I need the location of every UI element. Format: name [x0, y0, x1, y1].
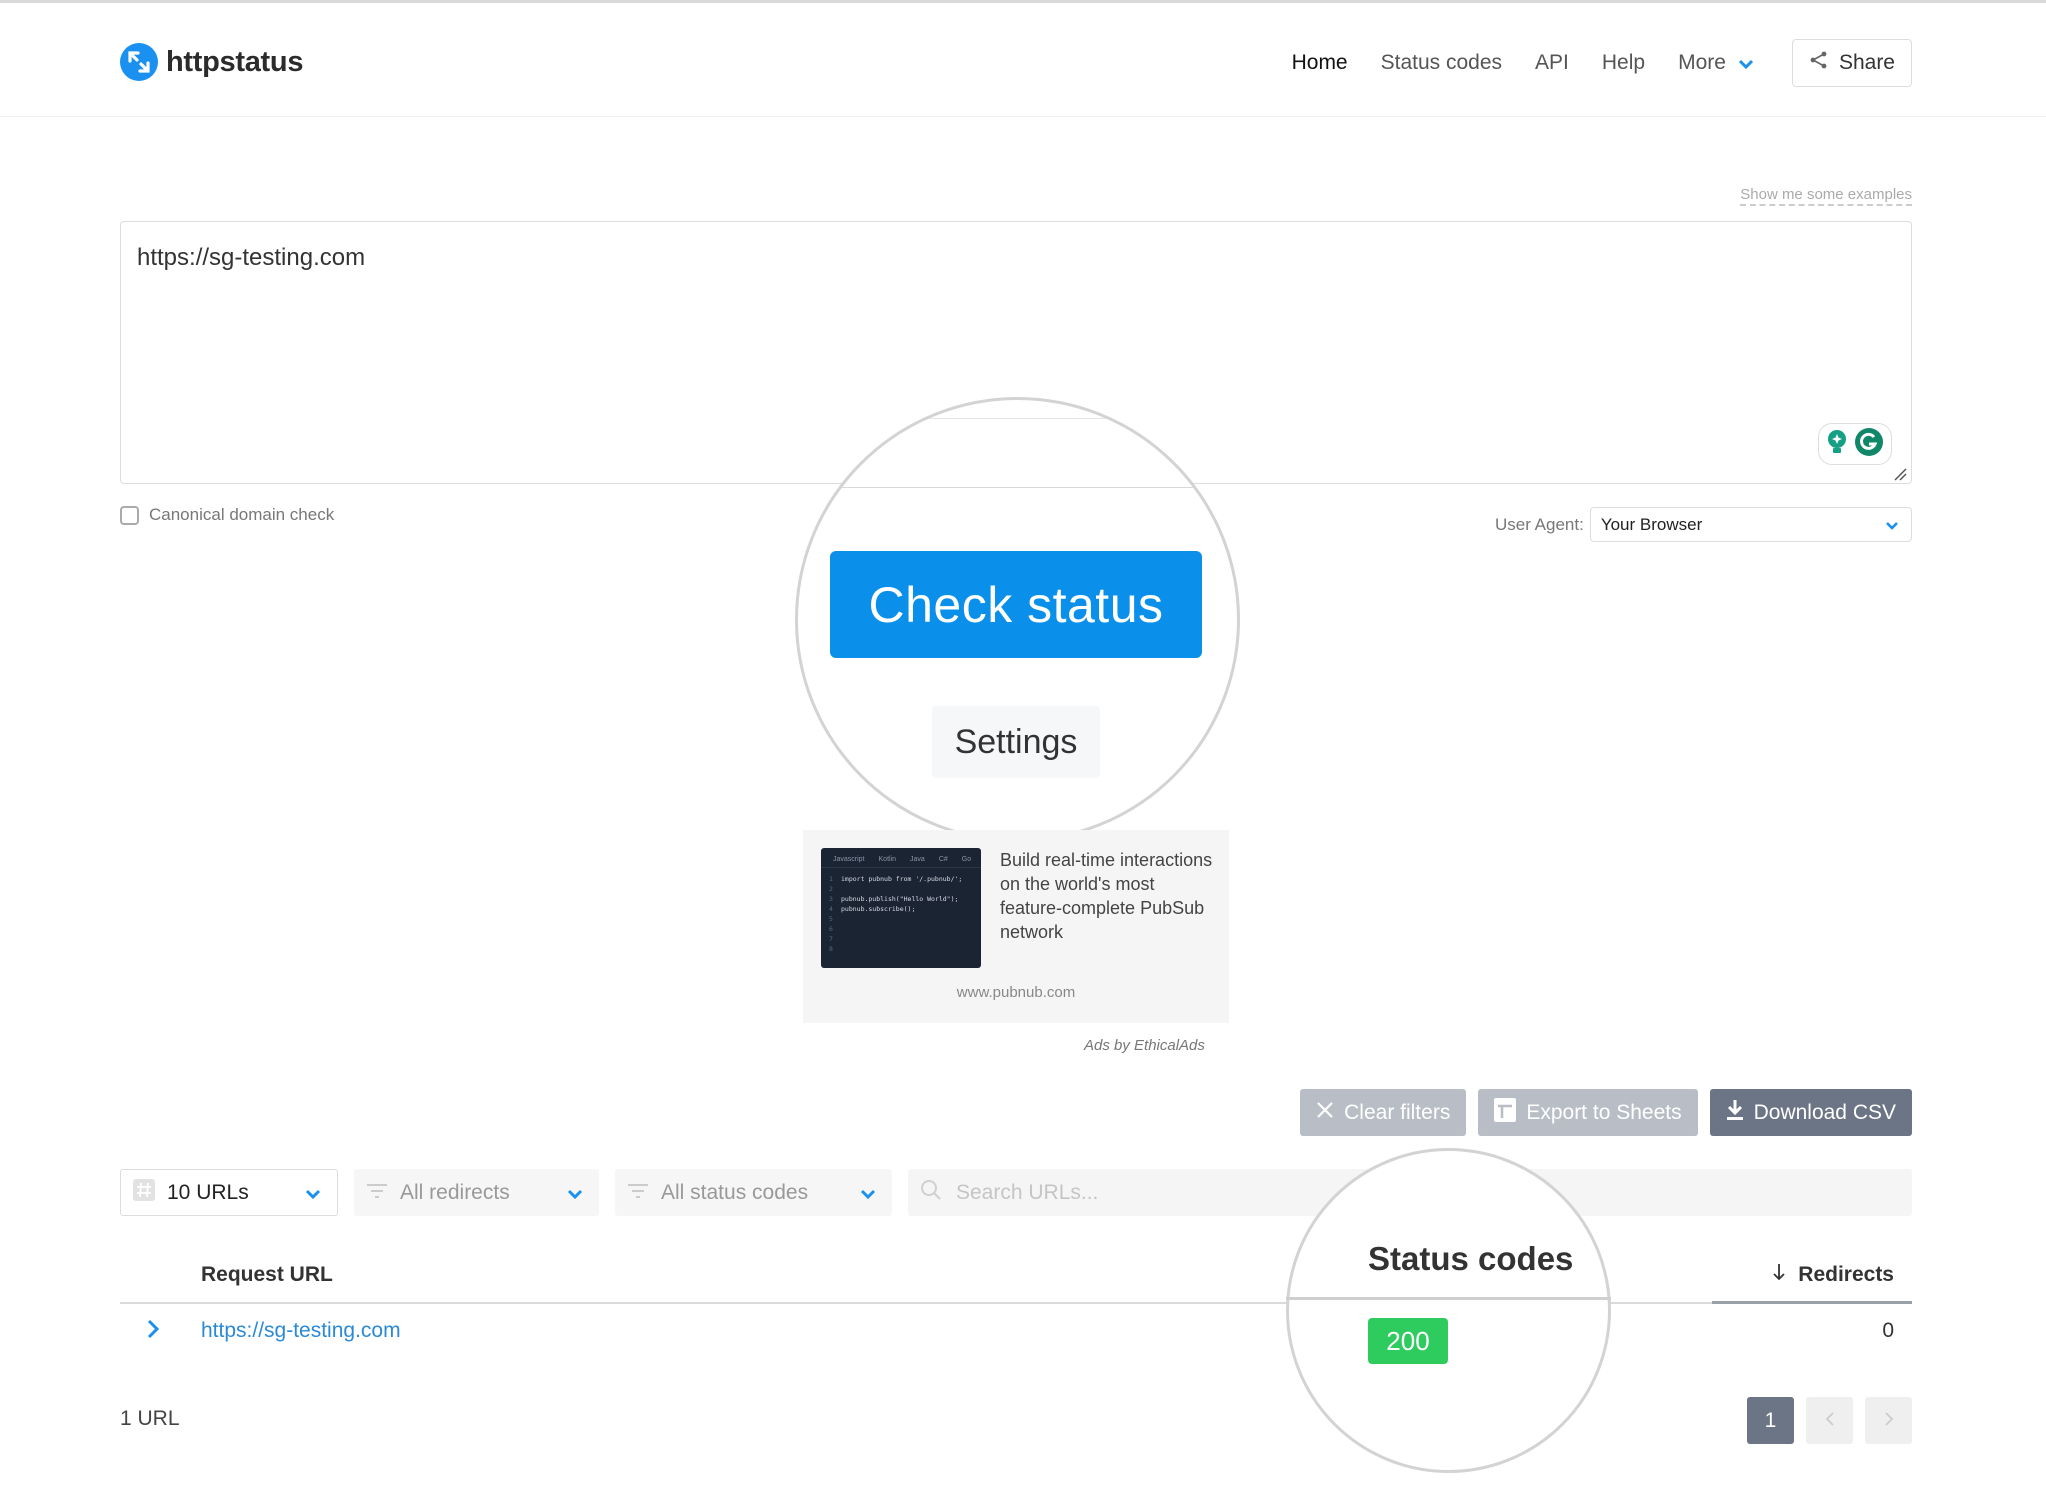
nav-api[interactable]: API [1535, 39, 1569, 87]
ad-code: 1 import pubnub from '/.pubnub/'; 2 3 pubn… [829, 875, 963, 953]
magnified-header-border [1286, 1297, 1611, 1300]
redirects-filter-value: All redirects [400, 1180, 510, 1204]
ad-code-tab: Kotlin [878, 856, 897, 863]
ad-code-tabs: Javascript Kotlin Java C# Go [821, 848, 981, 868]
row-request-url[interactable]: https://sg-testing.com [201, 1319, 401, 1343]
grammarly-widget[interactable] [1818, 423, 1892, 465]
canonical-label: Canonical domain check [149, 505, 335, 524]
filter-icon [366, 1181, 388, 1205]
resize-handle-icon[interactable] [1892, 466, 1908, 482]
ad-code-line: import pubnub from '/.pubnub/'; [841, 875, 963, 883]
close-icon [1316, 1101, 1334, 1125]
page-1-button[interactable]: 1 [1747, 1397, 1794, 1444]
status-badge: 200 [1368, 1318, 1448, 1364]
pagination: 1 [1747, 1397, 1912, 1444]
chevron-down-icon [1885, 515, 1899, 535]
export-sheets-label: Export to Sheets [1526, 1100, 1682, 1124]
logo[interactable]: httpstatus [120, 43, 303, 81]
status-codes-filter[interactable]: All status codes [615, 1169, 892, 1216]
nav-home[interactable]: Home [1292, 39, 1348, 87]
filters-row: 10 URLs All redirects All status codes S… [120, 1169, 1912, 1216]
column-status-codes[interactable]: Status codes [1368, 1240, 1573, 1278]
column-redirects-label: Redirects [1798, 1263, 1894, 1286]
search-icon [920, 1179, 942, 1207]
header: httpstatus Home Status codes API Help Mo… [0, 3, 2046, 117]
logo-text: httpstatus [166, 45, 304, 78]
user-agent-value: Your Browser [1600, 514, 1703, 534]
show-examples-link[interactable]: Show me some examples [1740, 186, 1912, 206]
results-actions: Clear filters Export to Sheets Download … [1300, 1089, 1912, 1136]
expand-row-chevron-icon[interactable] [146, 1318, 160, 1345]
urls-per-page-select[interactable]: 10 URLs [120, 1169, 338, 1216]
magnifier-status-codes [1286, 1148, 1611, 1473]
share-label: Share [1838, 51, 1895, 74]
filter-icon [627, 1181, 649, 1205]
ad-code-tab: Go [961, 856, 972, 863]
user-agent: User Agent: Your Browser [1495, 507, 1912, 542]
ad-text: Build real-time interactions on the worl… [1000, 850, 1213, 942]
ad-code-tab: Javascript [833, 856, 865, 863]
clear-filters-label: Clear filters [1344, 1100, 1451, 1124]
chevron-down-icon [567, 1181, 583, 1205]
next-page-button[interactable] [1865, 1397, 1912, 1444]
column-request-url[interactable]: Request URL [201, 1263, 333, 1287]
ad-block[interactable]: Javascript Kotlin Java C# Go 1 import pub… [803, 830, 1229, 1023]
check-status-button[interactable]: Check status [830, 551, 1202, 658]
nav-status-codes[interactable]: Status codes [1381, 39, 1502, 87]
main-nav: Home Status codes API Help More Share [1292, 39, 1912, 87]
nav-more[interactable]: More [1678, 39, 1754, 87]
ad-domain: www.pubnub.com [956, 984, 1076, 1001]
row-redirects: 0 [1882, 1319, 1894, 1342]
urls-per-page-value: 10 URLs [167, 1180, 249, 1204]
search-placeholder: Search URLs... [956, 1180, 1099, 1204]
sorted-column-indicator [1712, 1301, 1912, 1304]
download-icon [1726, 1099, 1744, 1127]
prev-page-button[interactable] [1806, 1397, 1853, 1444]
share-icon [1809, 50, 1829, 76]
logo-arrows-icon [120, 43, 158, 81]
export-sheets-button[interactable]: Export to Sheets [1478, 1089, 1698, 1136]
ad-code-tab: Java [910, 856, 925, 863]
user-agent-select[interactable]: Your Browser [1589, 507, 1912, 542]
grammarly-icon [1854, 427, 1884, 462]
ethicalads-attribution[interactable]: Ads by EthicalAds [1084, 1037, 1205, 1054]
canonical-checkbox[interactable] [120, 505, 139, 525]
nav-more-label: More [1678, 51, 1726, 74]
ad-code-line: pubnub.subscribe(); [841, 905, 916, 913]
ad-code-tab: C# [938, 856, 948, 863]
ad-code-line: pubnub.publish("Hello World"); [841, 895, 959, 903]
share-button[interactable]: Share [1791, 39, 1912, 87]
chevron-left-icon [1825, 1409, 1835, 1433]
column-redirects[interactable]: Redirects [1772, 1263, 1894, 1287]
url-count: 1 URL [120, 1407, 180, 1430]
urls-textarea-value: https://sg-testing.com [137, 244, 366, 271]
status-codes-filter-value: All status codes [661, 1180, 809, 1204]
nav-help[interactable]: Help [1602, 39, 1645, 87]
chevron-right-icon [1884, 1409, 1894, 1433]
sort-arrow-down-icon [1772, 1263, 1786, 1287]
chevron-down-icon [1738, 39, 1754, 87]
user-agent-label: User Agent: [1495, 514, 1584, 534]
chevron-down-icon [305, 1181, 321, 1205]
chevron-down-icon [860, 1181, 876, 1205]
download-csv-button[interactable]: Download CSV [1709, 1089, 1912, 1136]
canonical-check[interactable]: Canonical domain check [120, 505, 334, 525]
redirects-filter[interactable]: All redirects [354, 1169, 599, 1216]
clear-filters-button[interactable]: Clear filters [1300, 1089, 1467, 1136]
ad-image: Javascript Kotlin Java C# Go 1 import pub… [821, 848, 981, 968]
sheets-icon [1494, 1097, 1517, 1128]
settings-button[interactable]: Settings [932, 706, 1100, 778]
lightbulb-icon [1826, 429, 1848, 460]
hash-icon [133, 1178, 155, 1207]
table-header-border [120, 1302, 1912, 1304]
download-csv-label: Download CSV [1753, 1100, 1896, 1124]
